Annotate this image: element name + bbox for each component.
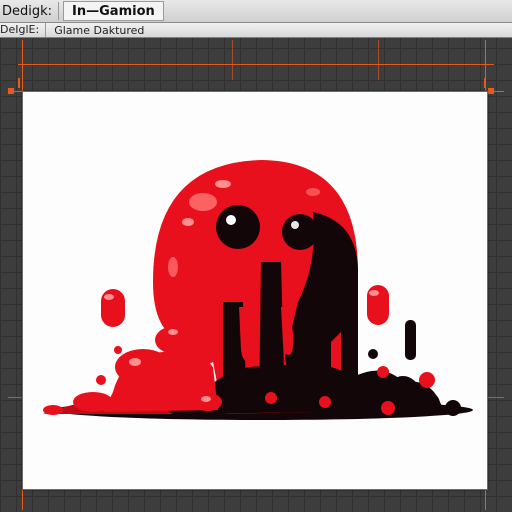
- tab-in-game[interactable]: In—Gamion: [63, 1, 164, 21]
- guide-mid-2[interactable]: [378, 40, 379, 80]
- tab-editor[interactable]: Dedigk:: [0, 2, 60, 20]
- guide-mid-1[interactable]: [232, 40, 233, 80]
- status-mode-label: DeIglE:: [0, 23, 47, 37]
- handle-top-right[interactable]: [488, 88, 494, 94]
- handle-top-left[interactable]: [8, 88, 14, 94]
- ruler-mark-left[interactable]: [18, 78, 20, 88]
- sprite-canvas[interactable]: [22, 91, 488, 490]
- ruler-mark-right[interactable]: [484, 78, 486, 88]
- status-text: Glame Daktured: [54, 23, 145, 37]
- title-bar: Dedigk: In—Gamion: [0, 0, 512, 23]
- guide-top[interactable]: [18, 64, 494, 65]
- status-bar: DeIglE: Glame Daktured: [0, 23, 512, 38]
- editor-window: Dedigk: In—Gamion DeIglE: Glame Daktured: [0, 0, 512, 512]
- slime-sprite: [43, 160, 473, 420]
